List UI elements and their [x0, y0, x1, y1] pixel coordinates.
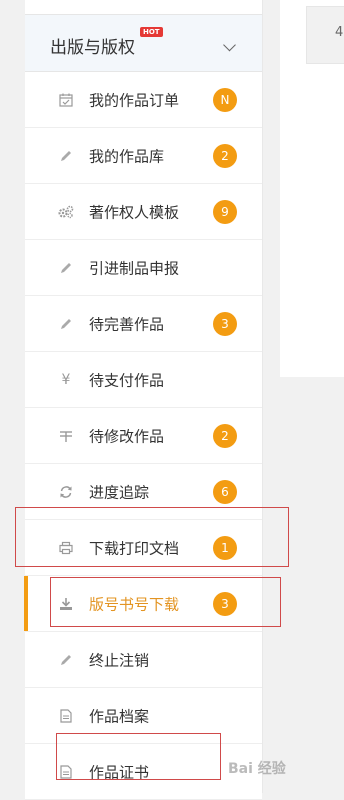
count-badge: 2	[213, 423, 237, 448]
count-badge: 6	[213, 479, 237, 504]
menu-item-copyright-owner-templates[interactable]: 著作权人模板 9	[25, 184, 262, 240]
menu-item-works-to-complete[interactable]: 待完善作品 3	[25, 296, 262, 352]
section-header-publishing-copyright[interactable]: 出版与版权 HOT	[25, 15, 262, 72]
menu-item-import-product-declaration[interactable]: 引进制品申报	[25, 240, 262, 296]
menu-item-label: 作品档案	[89, 707, 150, 725]
count-badge: 2	[213, 143, 237, 168]
menu-item-label: 待修改作品	[89, 427, 165, 445]
pencil-icon	[58, 260, 74, 276]
menu-item-my-works-library[interactable]: 我的作品库 2	[25, 128, 262, 184]
highlight-box-isbn-download	[50, 577, 281, 627]
menu-item-label: 我的作品库	[89, 147, 165, 165]
menu-item-label: 我的作品订单	[89, 91, 180, 109]
chevron-down-icon[interactable]	[223, 38, 236, 52]
pencil-icon	[58, 316, 74, 332]
pencil-icon	[58, 148, 74, 164]
watermark: Bai 经验	[228, 761, 286, 777]
document-icon	[58, 708, 74, 724]
menu-item-label: 进度追踪	[89, 483, 150, 501]
count-badge: 9	[213, 199, 237, 224]
count-badge: 3	[213, 311, 237, 336]
menu-item-label: 待完善作品	[89, 315, 165, 333]
menu-item-label: 终止注销	[89, 651, 150, 669]
content-card[interactable]: 4	[306, 6, 344, 64]
menu-item-works-to-pay[interactable]: ¥ 待支付作品	[25, 352, 262, 408]
menu-item-label: 著作权人模板	[89, 203, 180, 221]
hot-badge: HOT	[140, 27, 163, 37]
tax-icon	[58, 428, 74, 444]
gears-icon	[58, 204, 74, 220]
section-title: 出版与版权	[50, 38, 135, 58]
pencil-icon	[58, 652, 74, 668]
sidebar-top-strip	[25, 0, 262, 15]
menu-item-my-work-orders[interactable]: 我的作品订单 N	[25, 72, 262, 128]
highlight-box-download-print	[15, 507, 289, 567]
highlight-box-work-certificate	[56, 733, 221, 780]
count-badge: N	[213, 87, 237, 112]
yen-icon: ¥	[61, 371, 71, 388]
sidebar: 出版与版权 HOT 我的作品订单 N 我的作品库 2 著作权人模板 9 引进制品…	[24, 0, 263, 800]
refresh-icon	[58, 484, 74, 500]
content-card-text: 4	[335, 25, 344, 40]
menu-item-label: 待支付作品	[89, 371, 165, 389]
calendar-check-icon	[58, 92, 74, 108]
menu-item-terminate-cancel[interactable]: 终止注销	[25, 632, 262, 688]
menu-item-works-to-modify[interactable]: 待修改作品 2	[25, 408, 262, 464]
menu-item-label: 引进制品申报	[89, 259, 180, 277]
